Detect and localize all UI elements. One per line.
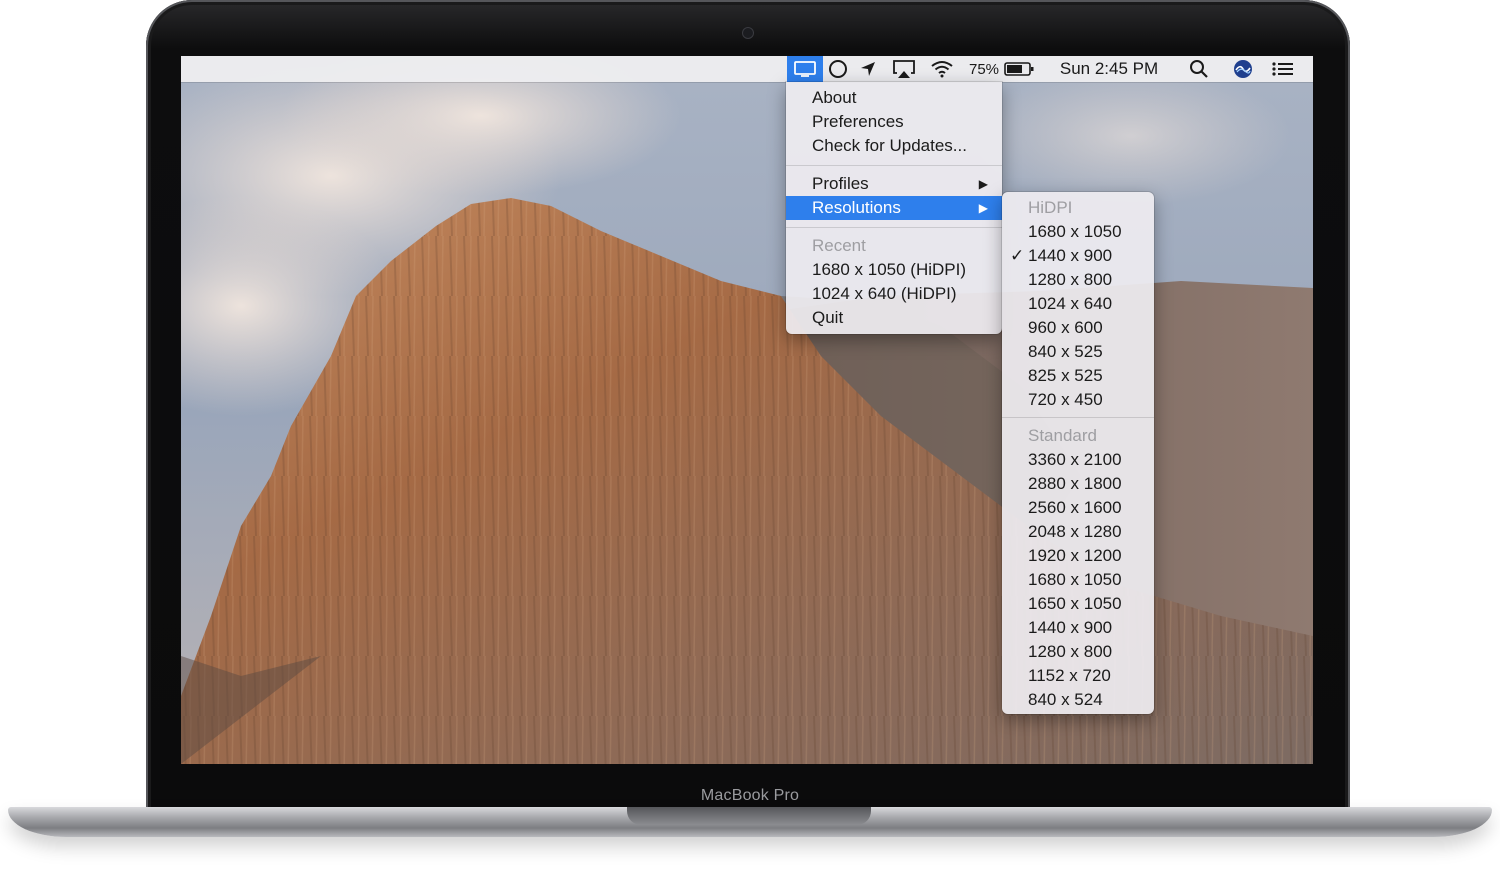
resolution-item[interactable]: 1440 x 900 — [1002, 616, 1154, 640]
standard-header: Standard — [1028, 426, 1097, 445]
wifi-icon[interactable] — [929, 56, 955, 82]
resolutions-submenu: HiDPI 1680 x 1050 ✓ 1440 x 900 1280 x 80… — [1002, 192, 1154, 714]
circle-icon[interactable] — [827, 56, 849, 82]
menu-item-check-updates[interactable]: Check for Updates... — [786, 134, 1002, 158]
checkmark-icon: ✓ — [1010, 246, 1025, 265]
resolution-item[interactable]: 720 x 450 — [1002, 388, 1154, 412]
resolution-item[interactable]: 825 x 525 — [1002, 364, 1154, 388]
resolution-item[interactable]: 1152 x 720 — [1002, 664, 1154, 688]
menu-item-recent[interactable]: 1024 x 640 (HiDPI) — [786, 282, 1002, 306]
resolution-item[interactable]: 2560 x 1600 — [1002, 496, 1154, 520]
menu-item-recent[interactable]: 1680 x 1050 (HiDPI) — [786, 258, 1002, 282]
menubar-clock[interactable]: Sun 2:45 PM — [1049, 56, 1169, 82]
submenu-arrow-icon: ▶ — [978, 201, 988, 215]
search-icon[interactable] — [1187, 56, 1211, 82]
airplay-icon[interactable] — [891, 56, 917, 82]
menu-item-quit[interactable]: Quit — [786, 306, 1002, 330]
battery-percent[interactable]: 75% — [967, 56, 1001, 82]
resolution-item[interactable]: 1920 x 1200 — [1002, 544, 1154, 568]
resolution-item[interactable]: 1280 x 800 — [1002, 268, 1154, 292]
profiles-label: Profiles — [812, 174, 869, 193]
location-arrow-icon[interactable] — [857, 56, 879, 82]
resolution-item[interactable]: 960 x 600 — [1002, 316, 1154, 340]
camera-icon — [743, 28, 753, 38]
resolution-item[interactable]: 1650 x 1050 — [1002, 592, 1154, 616]
resolution-item[interactable]: 1680 x 1050 — [1002, 220, 1154, 244]
resolution-label: 1440 x 900 — [1028, 246, 1113, 265]
menu-bar: 75% Sun 2:45 PM — [181, 56, 1313, 82]
battery-icon[interactable] — [1003, 56, 1035, 82]
menu-separator — [1002, 417, 1154, 418]
menu-item-preferences[interactable]: Preferences — [786, 110, 1002, 134]
resolution-item[interactable]: 1680 x 1050 — [1002, 568, 1154, 592]
device-label: MacBook Pro — [700, 787, 800, 804]
notification-center-icon[interactable] — [1269, 56, 1297, 82]
menu-item-resolutions[interactable]: Resolutions ▶ — [786, 196, 1002, 220]
resolution-item[interactable]: 840 x 524 — [1002, 688, 1154, 712]
resolution-item[interactable]: 1280 x 800 — [1002, 640, 1154, 664]
laptop-notch — [627, 807, 871, 825]
hidpi-header: HiDPI — [1028, 198, 1073, 217]
menu-separator — [786, 165, 1002, 166]
menu-item-about[interactable]: About — [786, 86, 1002, 110]
resolution-item[interactable]: 2880 x 1800 — [1002, 472, 1154, 496]
display-menu-icon[interactable] — [787, 56, 823, 82]
resolution-item[interactable]: 1024 x 640 — [1002, 292, 1154, 316]
menu-item-profiles[interactable]: Profiles ▶ — [786, 172, 1002, 196]
screen: 75% Sun 2:45 PM About Preferences Check … — [181, 56, 1313, 764]
resolution-item[interactable]: 2048 x 1280 — [1002, 520, 1154, 544]
app-menu: About Preferences Check for Updates... P… — [786, 82, 1002, 334]
menu-separator — [786, 227, 1002, 228]
siri-icon[interactable] — [1231, 56, 1255, 82]
resolution-item[interactable]: 3360 x 2100 — [1002, 448, 1154, 472]
resolutions-label: Resolutions — [812, 198, 901, 217]
resolution-item-selected[interactable]: ✓ 1440 x 900 — [1002, 244, 1154, 268]
submenu-arrow-icon: ▶ — [978, 177, 988, 191]
resolution-item[interactable]: 840 x 525 — [1002, 340, 1154, 364]
recent-header: Recent — [812, 236, 866, 255]
